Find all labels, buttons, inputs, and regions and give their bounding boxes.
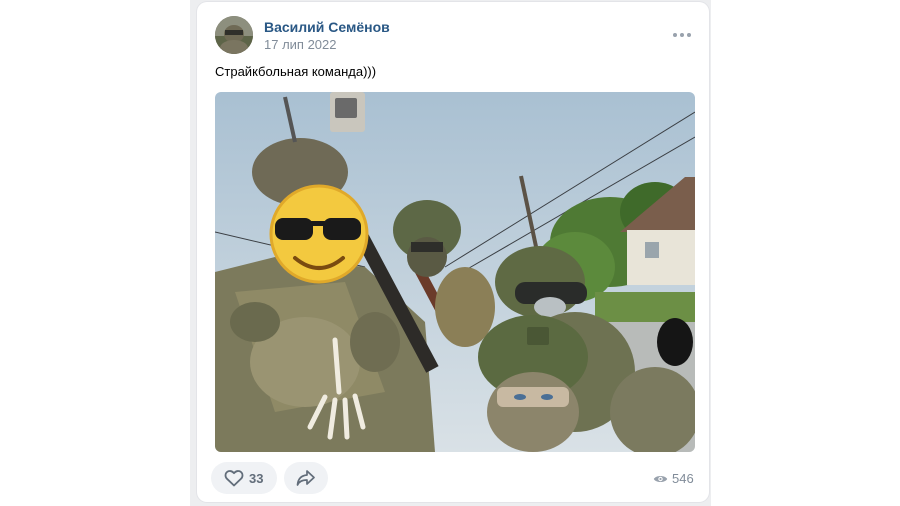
post-card: Василий Семёнов 17 лип 2022 Страйкбольна… (197, 2, 709, 502)
more-horizontal-icon (673, 33, 677, 37)
author-name[interactable]: Василий Семёнов (264, 19, 390, 35)
like-button[interactable]: 33 (211, 462, 277, 494)
sunglasses-emoji-icon (269, 184, 369, 284)
eye-icon (653, 476, 668, 482)
avatar[interactable] (215, 16, 253, 54)
share-arrow-icon (296, 470, 315, 486)
post-photo[interactable] (215, 92, 695, 452)
share-button[interactable] (284, 462, 328, 494)
post-text: Страйкбольная команда))) (215, 64, 377, 79)
like-count: 33 (249, 471, 264, 486)
more-options-button[interactable] (671, 24, 693, 44)
heart-icon (224, 470, 244, 487)
views-count: 546 (672, 471, 694, 486)
post-date[interactable]: 17 лип 2022 (264, 37, 337, 52)
